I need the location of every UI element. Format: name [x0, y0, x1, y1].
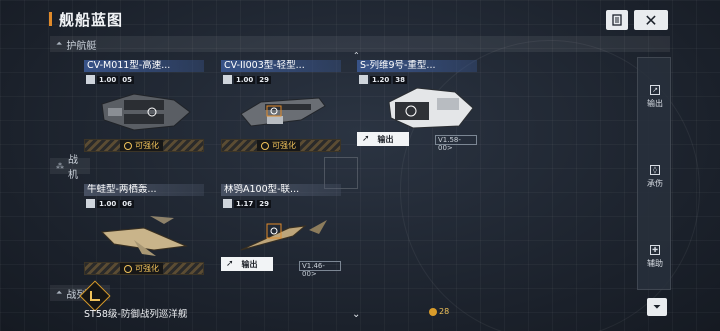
enhance-status: 可强化 — [257, 140, 300, 151]
blueprint-icon — [223, 75, 232, 84]
arrow-out-icon: ↗ — [650, 85, 660, 95]
build-version: V1.58-00> — [435, 135, 477, 152]
card-name: S-列维9号-重型... — [357, 60, 477, 72]
fighter-icon: ⁂ — [56, 161, 64, 171]
enhance-bar: 可强化 — [221, 139, 341, 152]
version-value: 1.00 — [234, 75, 256, 84]
filter-support-label: 辅助 — [647, 259, 663, 268]
blueprint-card[interactable]: 牛蛙型-两栖轰... 1.00 06 可强化 — [84, 184, 204, 276]
enhance-status: 可强化 — [120, 140, 163, 151]
filter-tank-label: 承伤 — [647, 179, 663, 188]
battleship-icon: ⏶ — [56, 288, 63, 297]
shield-icon: ◊ — [650, 165, 660, 175]
filter-tank-button[interactable]: ◊ 承伤 — [638, 165, 672, 189]
section-fighter[interactable]: ⁂ 战机 — [50, 155, 90, 181]
blueprint-card[interactable]: 林鸮A100型-联... 1.17 29 ➚ 输出 V1.46-00> — [221, 184, 341, 278]
title-accent — [49, 12, 52, 26]
blueprint-card[interactable]: CV-M011型-高速... 1.00 05 可强化 — [84, 60, 204, 152]
blueprint-card[interactable]: S-列维9号-重型... 1.20 38 ➚ 输出 V1.58-00> — [357, 60, 477, 152]
enhance-icon — [261, 141, 269, 150]
level-value: 05 — [120, 75, 135, 84]
sort-filter-button[interactable]: ⏷ — [647, 298, 667, 316]
section-fighter-label: 战机 — [68, 155, 78, 181]
filter-icon: ⏷ — [653, 301, 661, 313]
document-button[interactable] — [606, 10, 628, 30]
export-label: 输出 — [377, 134, 394, 144]
header: 舰船蓝图 ✕ — [0, 0, 720, 34]
ship-image — [388, 87, 474, 129]
blueprint-icon — [223, 199, 232, 208]
card-name: 牛蛙型-两栖轰... — [84, 184, 204, 196]
version-tag: 1.00 06 — [86, 199, 135, 208]
level-value: 29 — [257, 199, 272, 208]
section-escort-label: 护航艇 — [66, 40, 97, 52]
enhance-icon — [124, 141, 132, 150]
enhance-icon — [124, 264, 132, 273]
version-value: 1.17 — [234, 199, 256, 208]
export-button[interactable]: ➚ 输出 — [221, 257, 273, 271]
blueprint-icon — [359, 75, 368, 84]
enhance-label: 可强化 — [135, 264, 159, 273]
gold-counter: 28 — [429, 307, 449, 316]
blueprint-icon — [86, 75, 95, 84]
version-value: 1.00 — [97, 75, 119, 84]
close-button[interactable]: ✕ — [634, 10, 668, 30]
level-value: 29 — [257, 75, 272, 84]
blueprint-card[interactable]: CV-II003型-轻型... 1.00 29 可强化 — [221, 60, 341, 152]
enhance-bar: 可强化 — [84, 139, 204, 152]
export-arrow-icon: ➚ — [226, 259, 234, 269]
scroll-up-icon[interactable]: ⌃ — [353, 51, 360, 60]
gold-value: 28 — [439, 307, 450, 316]
export-button[interactable]: ➚ 输出 — [357, 132, 409, 146]
document-icon — [612, 14, 622, 26]
ship-image — [240, 220, 327, 251]
enhance-status: 可强化 — [120, 263, 163, 274]
collapse-icon: ⏶ — [56, 39, 63, 48]
card-name: CV-M011型-高速... — [84, 60, 204, 72]
scroll-down-icon[interactable]: ⌄ — [352, 309, 360, 320]
card-name: 林鸮A100型-联... — [221, 184, 341, 196]
build-version: V1.46-00> — [299, 261, 341, 278]
version-tag: 1.00 05 — [86, 75, 135, 84]
export-label: 输出 — [241, 259, 258, 269]
role-filter-panel: ↗ 输出 ◊ 承伤 ✚ 辅助 — [637, 57, 671, 290]
enhance-label: 可强化 — [272, 141, 296, 150]
version-tag: 1.00 29 — [223, 75, 272, 84]
battleship-name: ST58级-防御战列巡洋舰 — [84, 309, 188, 320]
ship-image — [101, 93, 191, 131]
enhance-label: 可强化 — [135, 141, 159, 150]
ship-image — [100, 216, 188, 256]
version-tag: 1.17 29 — [223, 199, 272, 208]
filter-output-label: 输出 — [647, 99, 663, 108]
export-arrow-icon: ➚ — [362, 134, 370, 144]
version-value: 1.00 — [97, 199, 119, 208]
gold-icon — [429, 307, 437, 316]
filter-support-button[interactable]: ✚ 辅助 — [638, 245, 672, 269]
level-value: 06 — [120, 199, 135, 208]
blueprint-icon — [86, 199, 95, 208]
enhance-bar: 可强化 — [84, 262, 204, 275]
ship-image — [240, 97, 326, 127]
close-icon: ✕ — [644, 10, 658, 30]
section-escort[interactable]: ⏶ 护航艇 — [50, 36, 670, 52]
support-icon: ✚ — [650, 245, 660, 255]
page-title: 舰船蓝图 — [59, 11, 124, 29]
card-name: CV-II003型-轻型... — [221, 60, 341, 72]
filter-output-button[interactable]: ↗ 输出 — [638, 85, 672, 109]
